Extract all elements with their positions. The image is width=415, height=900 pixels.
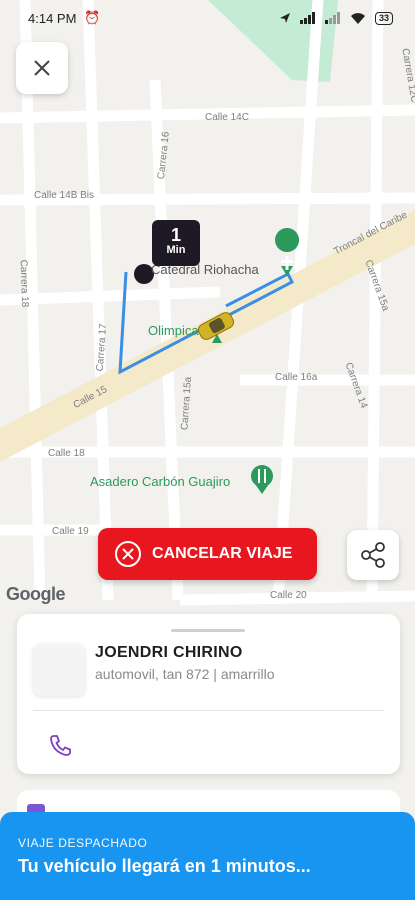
street-label: Calle 14C [205,112,249,123]
poi-label-asadero: Asadero Carbón Guajiro [90,474,231,489]
close-button[interactable] [16,42,68,94]
driver-avatar [33,644,85,696]
eta-unit: Min [166,244,186,256]
drag-handle[interactable] [171,629,245,632]
phone-icon [50,735,71,756]
trip-message: Tu vehículo llegará en 1 minutos... [18,856,311,876]
cancel-circle-icon [115,541,141,567]
cancel-trip-label: CANCELAR VIAJE [152,545,293,562]
driver-card: JOENDRI CHIRINO automovil, tan 872 | ama… [17,614,400,774]
cancel-trip-button[interactable]: CANCELAR VIAJE [98,528,317,580]
location-icon [279,13,290,23]
status-bar: 4:14 PM ⏰ 33 [0,0,415,36]
eta-value: 1 [170,225,181,245]
signal-icon-2 [324,12,340,24]
street-label: Calle 16a [275,372,318,383]
trip-status: VIAJE DESPACHADO [18,836,148,850]
close-icon [34,60,50,76]
street-label: Calle 18 [48,448,85,459]
signal-icon [299,12,315,24]
street-label: Carrera 18 [17,259,31,308]
share-button[interactable] [347,530,399,580]
alarm-icon: ⏰ [84,10,101,25]
driver-name: JOENDRI CHIRINO [95,644,243,661]
street-label: Calle 19 [52,526,89,537]
wifi-icon [350,13,365,24]
poi-label-olimpica: Olimpica [148,323,199,338]
street-label: Calle 14B Bis [34,190,95,201]
eta-badge: 1 Min [152,220,200,266]
google-attribution: Google [6,584,66,604]
trip-status-banner: VIAJE DESPACHADO Tu vehículo llegará en … [0,812,415,900]
phone-call-button[interactable] [49,734,71,761]
battery-icon: 33 [374,11,393,25]
street-label: Calle 20 [270,590,307,601]
status-time: 4:14 PM [28,10,77,26]
share-icon [361,542,385,568]
vehicle-info: automovil, tan 872 | amarrillo [95,666,275,682]
divider [33,710,384,711]
